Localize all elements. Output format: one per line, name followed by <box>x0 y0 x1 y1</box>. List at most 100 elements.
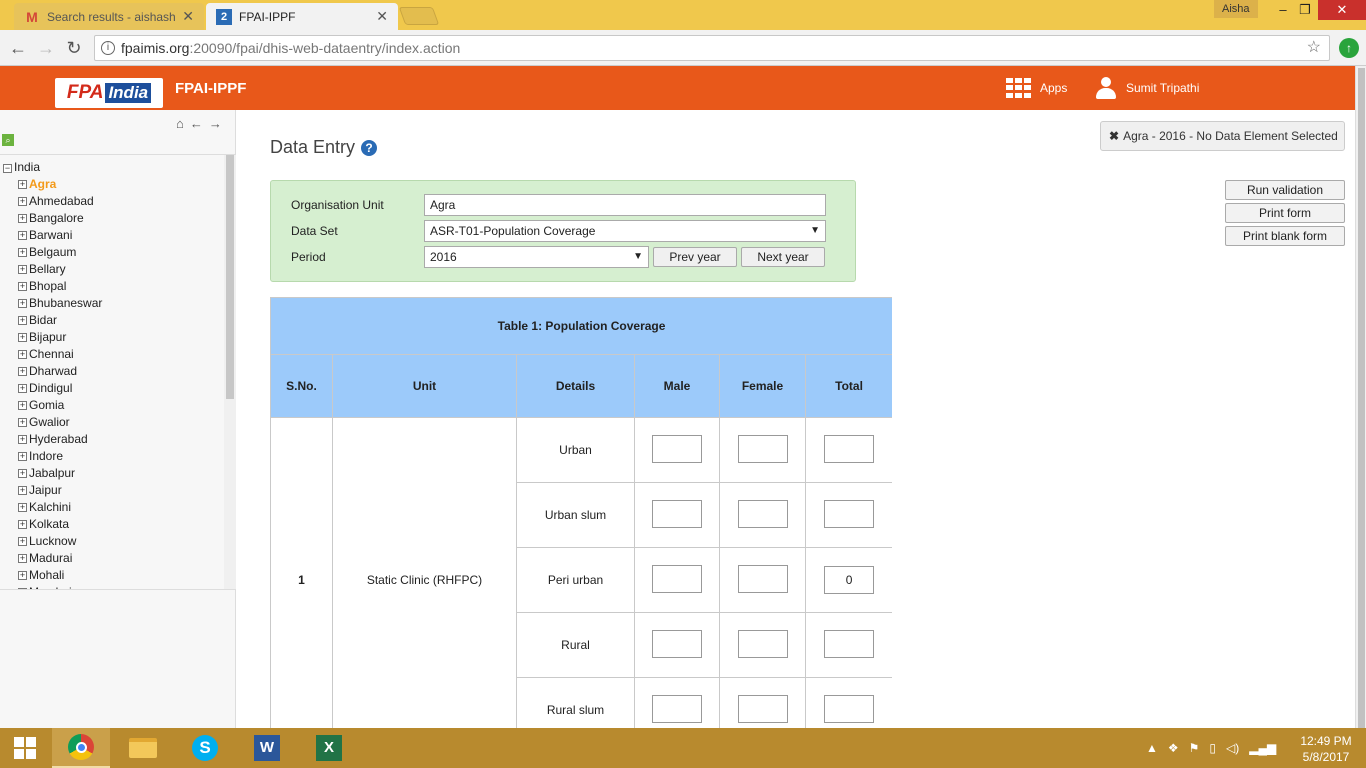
expand-icon[interactable]: + <box>18 588 27 589</box>
total-input[interactable] <box>824 629 875 658</box>
update-icon[interactable]: ↑ <box>1339 38 1359 58</box>
tree-node[interactable]: + Bangalore <box>18 210 102 227</box>
print-form-button[interactable]: Print form <box>1225 203 1345 223</box>
tree-node[interactable]: + Gwalior <box>18 414 102 431</box>
windows-start-icon[interactable] <box>0 728 50 768</box>
tree-node[interactable]: + Hyderabad <box>18 431 102 448</box>
total-input[interactable]: 0 <box>824 566 875 594</box>
network-icon[interactable]: ▂▄▆ <box>1249 741 1276 755</box>
tree-node[interactable]: + Bijapur <box>18 329 102 346</box>
tree-node[interactable]: + Dindigul <box>18 380 102 397</box>
tree-node[interactable]: + Ahmedabad <box>18 193 102 210</box>
chrome-icon[interactable] <box>52 728 110 768</box>
expand-icon[interactable]: + <box>18 571 27 580</box>
tree-node[interactable]: + Kolkata <box>18 516 102 533</box>
expand-icon[interactable]: + <box>18 469 27 478</box>
female-input[interactable] <box>737 434 788 463</box>
home-icon[interactable]: ⌂ <box>176 116 184 131</box>
expand-icon[interactable]: + <box>18 367 27 376</box>
expand-icon[interactable]: + <box>18 248 27 257</box>
data-set-select[interactable]: ASR-T01-Population Coverage ▼ <box>424 220 826 242</box>
clock[interactable]: 12:49 PM 5/8/2017 <box>1296 733 1356 765</box>
close-tab-icon[interactable]: ✕ <box>376 8 388 25</box>
expand-icon[interactable]: + <box>18 316 27 325</box>
battery-icon[interactable]: ▯ <box>1209 741 1216 755</box>
total-input[interactable] <box>824 499 875 528</box>
user-name[interactable]: Sumit Tripathi <box>1126 81 1199 95</box>
file-explorer-icon[interactable] <box>114 728 172 768</box>
female-input[interactable] <box>737 629 788 658</box>
profile-button[interactable]: Aisha <box>1214 0 1258 18</box>
tray-app-icon[interactable]: ❖ <box>1168 741 1179 755</box>
tree-node[interactable]: + Gomia <box>18 397 102 414</box>
tree-node[interactable]: + Dharwad <box>18 363 102 380</box>
tab-fpai[interactable]: 2 FPAI-IPPF ✕ <box>206 3 398 30</box>
volume-icon[interactable]: ◁) <box>1226 741 1239 755</box>
tree-node[interactable]: + Bhubaneswar <box>18 295 102 312</box>
tree-node[interactable]: + Bidar <box>18 312 102 329</box>
next-year-button[interactable]: Next year <box>741 247 825 267</box>
female-input[interactable] <box>737 694 788 723</box>
tray-chevron-icon[interactable]: ▲ <box>1146 741 1158 755</box>
back-icon[interactable]: ← <box>6 36 30 60</box>
expand-icon[interactable]: + <box>18 452 27 461</box>
arrow-right-icon[interactable]: → <box>209 116 222 131</box>
expand-icon[interactable]: + <box>18 197 27 206</box>
tree-node[interactable]: +Mumbai <box>18 584 102 589</box>
male-input[interactable] <box>652 499 702 528</box>
bookmark-star-icon[interactable]: ☆ <box>1307 36 1321 60</box>
period-select[interactable]: 2016 ▼ <box>424 246 649 268</box>
expand-icon[interactable]: + <box>18 486 27 495</box>
apps-grid-icon[interactable] <box>1006 78 1031 98</box>
tree-node[interactable]: + Lucknow <box>18 533 102 550</box>
female-input[interactable] <box>737 499 788 528</box>
skype-icon[interactable]: S <box>176 728 234 768</box>
expand-icon[interactable]: + <box>18 384 27 393</box>
run-validation-button[interactable]: Run validation <box>1225 180 1345 200</box>
help-icon[interactable]: ? <box>361 139 378 156</box>
info-icon[interactable]: i <box>101 41 115 55</box>
total-input[interactable] <box>824 434 875 463</box>
search-icon[interactable]: ⌕ <box>2 134 14 146</box>
close-icon[interactable]: ✖ <box>1109 129 1119 143</box>
user-icon[interactable] <box>1096 77 1116 99</box>
tree-node[interactable]: + Bellary <box>18 261 102 278</box>
tree-node[interactable]: + Jabalpur <box>18 465 102 482</box>
arrow-left-icon[interactable]: ← <box>190 116 203 131</box>
expand-icon[interactable]: + <box>18 418 27 427</box>
male-input[interactable] <box>652 564 702 593</box>
expand-icon[interactable]: + <box>18 265 27 274</box>
expand-icon[interactable]: + <box>18 537 27 546</box>
tree-root-india[interactable]: − India <box>3 159 40 176</box>
close-window-button[interactable]: ✕ <box>1318 0 1366 20</box>
expand-icon[interactable]: + <box>18 554 27 563</box>
expand-icon[interactable]: + <box>18 299 27 308</box>
tree-node[interactable]: + Bhopal <box>18 278 102 295</box>
expand-icon[interactable]: + <box>18 231 27 240</box>
tree-node[interactable]: + Chennai <box>18 346 102 363</box>
tree-node[interactable]: + Jaipur <box>18 482 102 499</box>
new-tab-button[interactable] <box>398 7 440 25</box>
expand-icon[interactable]: + <box>18 350 27 359</box>
tree-node[interactable]: + Kalchini <box>18 499 102 516</box>
expand-icon[interactable]: + <box>18 214 27 223</box>
reload-icon[interactable]: ↻ <box>62 36 86 60</box>
tree-node[interactable]: + Agra <box>18 176 102 193</box>
tree-node[interactable]: + Barwani <box>18 227 102 244</box>
tree-node[interactable]: + Indore <box>18 448 102 465</box>
tab-gmail[interactable]: M Search results - aishasha ✕ <box>14 3 204 30</box>
expand-icon[interactable]: + <box>18 520 27 529</box>
page-scrollbar[interactable] <box>1355 66 1366 728</box>
male-input[interactable] <box>652 694 702 723</box>
total-input[interactable] <box>824 694 875 723</box>
prev-year-button[interactable]: Prev year <box>653 247 737 267</box>
female-input[interactable] <box>737 564 788 593</box>
word-icon[interactable]: W <box>238 728 296 768</box>
tree-node[interactable]: + Mohali <box>18 567 102 584</box>
context-message[interactable]: ✖ Agra - 2016 - No Data Element Selected <box>1100 121 1345 151</box>
expand-icon[interactable]: + <box>18 180 27 189</box>
flag-icon[interactable]: ⚑ <box>1189 741 1200 755</box>
tree-node[interactable]: + Belgaum <box>18 244 102 261</box>
excel-icon[interactable]: X <box>300 728 358 768</box>
forward-icon[interactable]: → <box>34 36 58 60</box>
